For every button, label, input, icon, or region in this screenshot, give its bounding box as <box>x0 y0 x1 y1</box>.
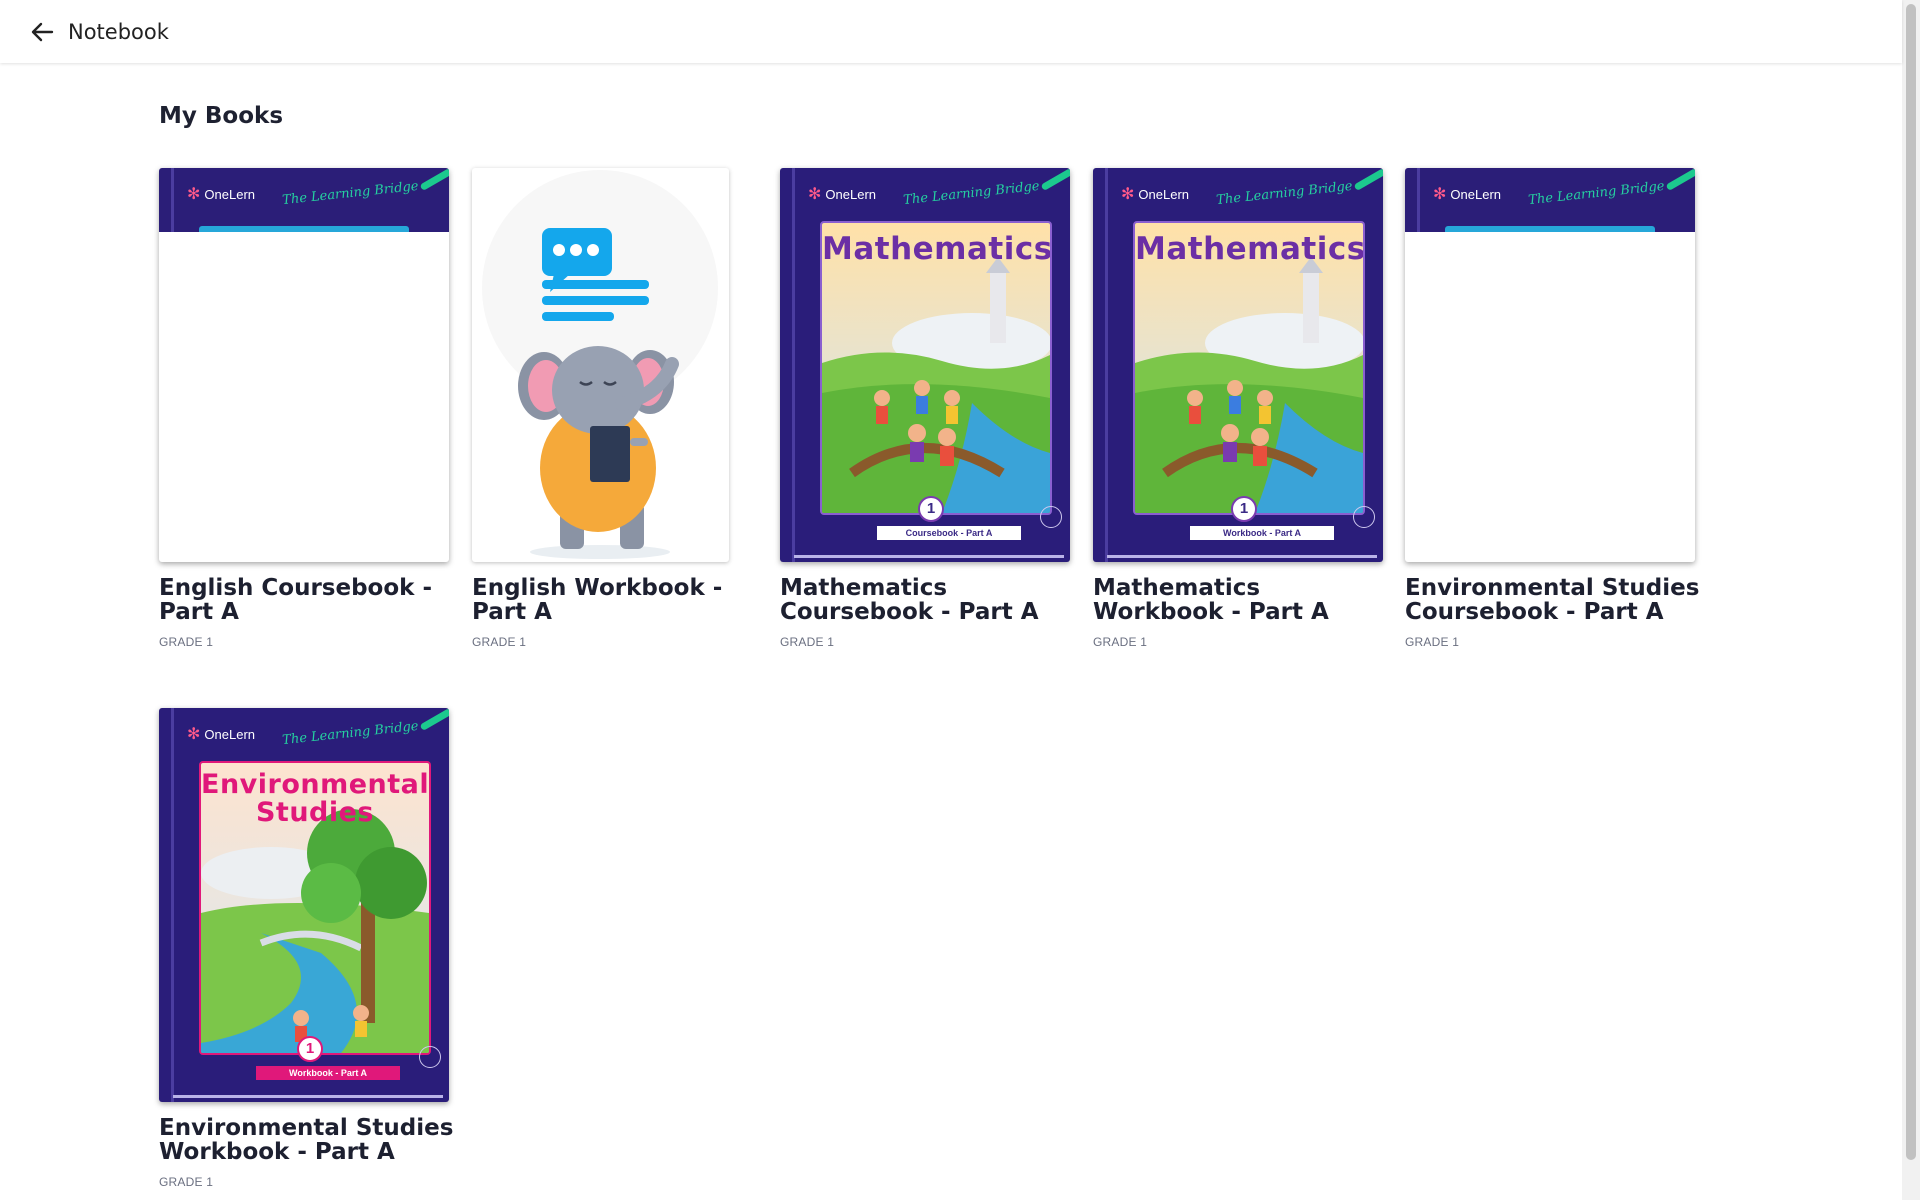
book-card-english-coursebook[interactable]: ✻ OneLern The Learning Bridge English Co… <box>159 168 459 649</box>
onelern-logo-icon: ✻ <box>808 186 822 203</box>
book-cover[interactable]: ✻ OneLern The Learning Bridge Environmen… <box>159 708 449 1102</box>
book-card-english-workbook[interactable]: English Workbook - Part A GRADE 1 <box>472 168 772 649</box>
book-title[interactable]: Environmental Studies Workbook - Part A <box>159 1116 459 1164</box>
cover-art-edge <box>199 226 409 232</box>
book-grade: GRADE 1 <box>780 635 835 649</box>
cover-header: ✻ OneLern The Learning Bridge <box>159 168 449 232</box>
cover-title-line-1: Environmental <box>201 769 430 800</box>
cover-artwork: Mathematics <box>820 221 1052 515</box>
cover-base <box>173 1095 443 1098</box>
cover-ribbon: Coursebook - Part A <box>877 526 1021 540</box>
cover-ribbon: Workbook - Part A <box>1190 526 1334 540</box>
book-grade: GRADE 1 <box>159 635 214 649</box>
book-title[interactable]: Mathematics Coursebook - Part A <box>780 576 1080 624</box>
cover-title-line-2: Studies <box>255 797 375 828</box>
brand-logo: ✻ OneLern <box>1121 184 1189 204</box>
cover-artwork: Environmental Studies <box>199 761 431 1055</box>
brand-name: OneLern <box>204 726 255 742</box>
top-app-bar: Notebook <box>0 0 1902 63</box>
cover-title: Environmental Studies <box>201 771 429 827</box>
cover-tagline: The Learning Bridge <box>281 718 420 749</box>
cover-spine <box>792 168 795 562</box>
book-title[interactable]: Environmental Studies Coursebook - Part … <box>1405 576 1705 624</box>
book-cover[interactable]: ✻ OneLern The Learning Bridge <box>1405 168 1695 562</box>
tagline-stripe <box>1665 168 1695 192</box>
seal-icon <box>1353 506 1375 528</box>
book-grade: GRADE 1 <box>1093 635 1148 649</box>
elephant-reading-illustration <box>482 170 718 559</box>
book-grade: GRADE 1 <box>1405 635 1460 649</box>
grade-badge: 1 <box>297 1036 323 1062</box>
book-cover-placeholder[interactable] <box>472 168 729 562</box>
cover-ribbon: Workbook - Part A <box>256 1066 400 1080</box>
section-title: My Books <box>159 103 284 129</box>
book-cover[interactable]: ✻ OneLern The Learning Bridge <box>780 168 1070 562</box>
book-title[interactable]: English Coursebook - Part A <box>159 576 459 624</box>
onelern-logo-icon: ✻ <box>187 726 201 743</box>
cover-spine <box>171 708 174 1102</box>
seal-icon <box>1040 506 1062 528</box>
seal-icon <box>419 1046 441 1068</box>
book-cover[interactable]: ✻ OneLern The Learning Bridge <box>1093 168 1383 562</box>
brand-logo: ✻ OneLern <box>187 724 255 744</box>
page-title: Notebook <box>68 20 169 44</box>
book-title[interactable]: English Workbook - Part A <box>472 576 772 624</box>
grade-badge: 1 <box>1231 496 1257 522</box>
cover-spine <box>1417 168 1420 232</box>
onelern-logo-icon: ✻ <box>1433 186 1447 203</box>
onelern-logo-icon: ✻ <box>1121 186 1135 203</box>
cover-title: Mathematics <box>822 231 1052 267</box>
back-button[interactable] <box>26 18 58 46</box>
onelern-logo-icon: ✻ <box>187 186 201 203</box>
cover-base <box>794 555 1064 558</box>
cover-tagline: The Learning Bridge <box>902 178 1041 209</box>
book-card-evs-workbook[interactable]: ✻ OneLern The Learning Bridge Environmen… <box>159 708 459 1189</box>
brand-name: OneLern <box>204 186 255 202</box>
cover-header: ✻ OneLern The Learning Bridge <box>1405 168 1695 232</box>
cover-artwork: Mathematics <box>1133 221 1365 515</box>
brand-name: OneLern <box>825 186 876 202</box>
grade-badge: 1 <box>918 496 944 522</box>
tagline-stripe <box>1353 168 1383 192</box>
cover-base <box>1107 555 1377 558</box>
cover-spine <box>1105 168 1108 562</box>
book-grade: GRADE 1 <box>472 635 527 649</box>
tagline-stripe <box>419 708 449 732</box>
vertical-scrollbar[interactable] <box>1902 0 1920 1200</box>
tagline-stripe <box>419 168 449 192</box>
book-card-evs-coursebook[interactable]: ✻ OneLern The Learning Bridge Environmen… <box>1405 168 1705 649</box>
brand-name: OneLern <box>1138 186 1189 202</box>
book-card-mathematics-coursebook[interactable]: ✻ OneLern The Learning Bridge Mathematic… <box>780 168 1080 649</box>
scrollbar-thumb[interactable] <box>1906 4 1916 1160</box>
book-cover[interactable]: ✻ OneLern The Learning Bridge <box>159 168 449 562</box>
cover-title: Mathematics <box>1135 231 1365 267</box>
brand-logo: ✻ OneLern <box>808 184 876 204</box>
brand-logo: ✻ OneLern <box>1433 184 1501 204</box>
arrow-left-icon <box>31 22 54 42</box>
cover-tagline: The Learning Bridge <box>1527 178 1666 209</box>
book-card-mathematics-workbook[interactable]: ✻ OneLern The Learning Bridge Mathematic… <box>1093 168 1393 649</box>
brand-logo: ✻ OneLern <box>187 184 255 204</box>
cover-tagline: The Learning Bridge <box>1215 178 1354 209</box>
cover-tagline: The Learning Bridge <box>281 178 420 209</box>
book-grade: GRADE 1 <box>159 1175 214 1189</box>
cover-art-edge <box>1445 226 1655 232</box>
tagline-stripe <box>1040 168 1070 192</box>
cover-spine <box>171 168 174 232</box>
book-title[interactable]: Mathematics Workbook - Part A <box>1093 576 1393 624</box>
brand-name: OneLern <box>1450 186 1501 202</box>
